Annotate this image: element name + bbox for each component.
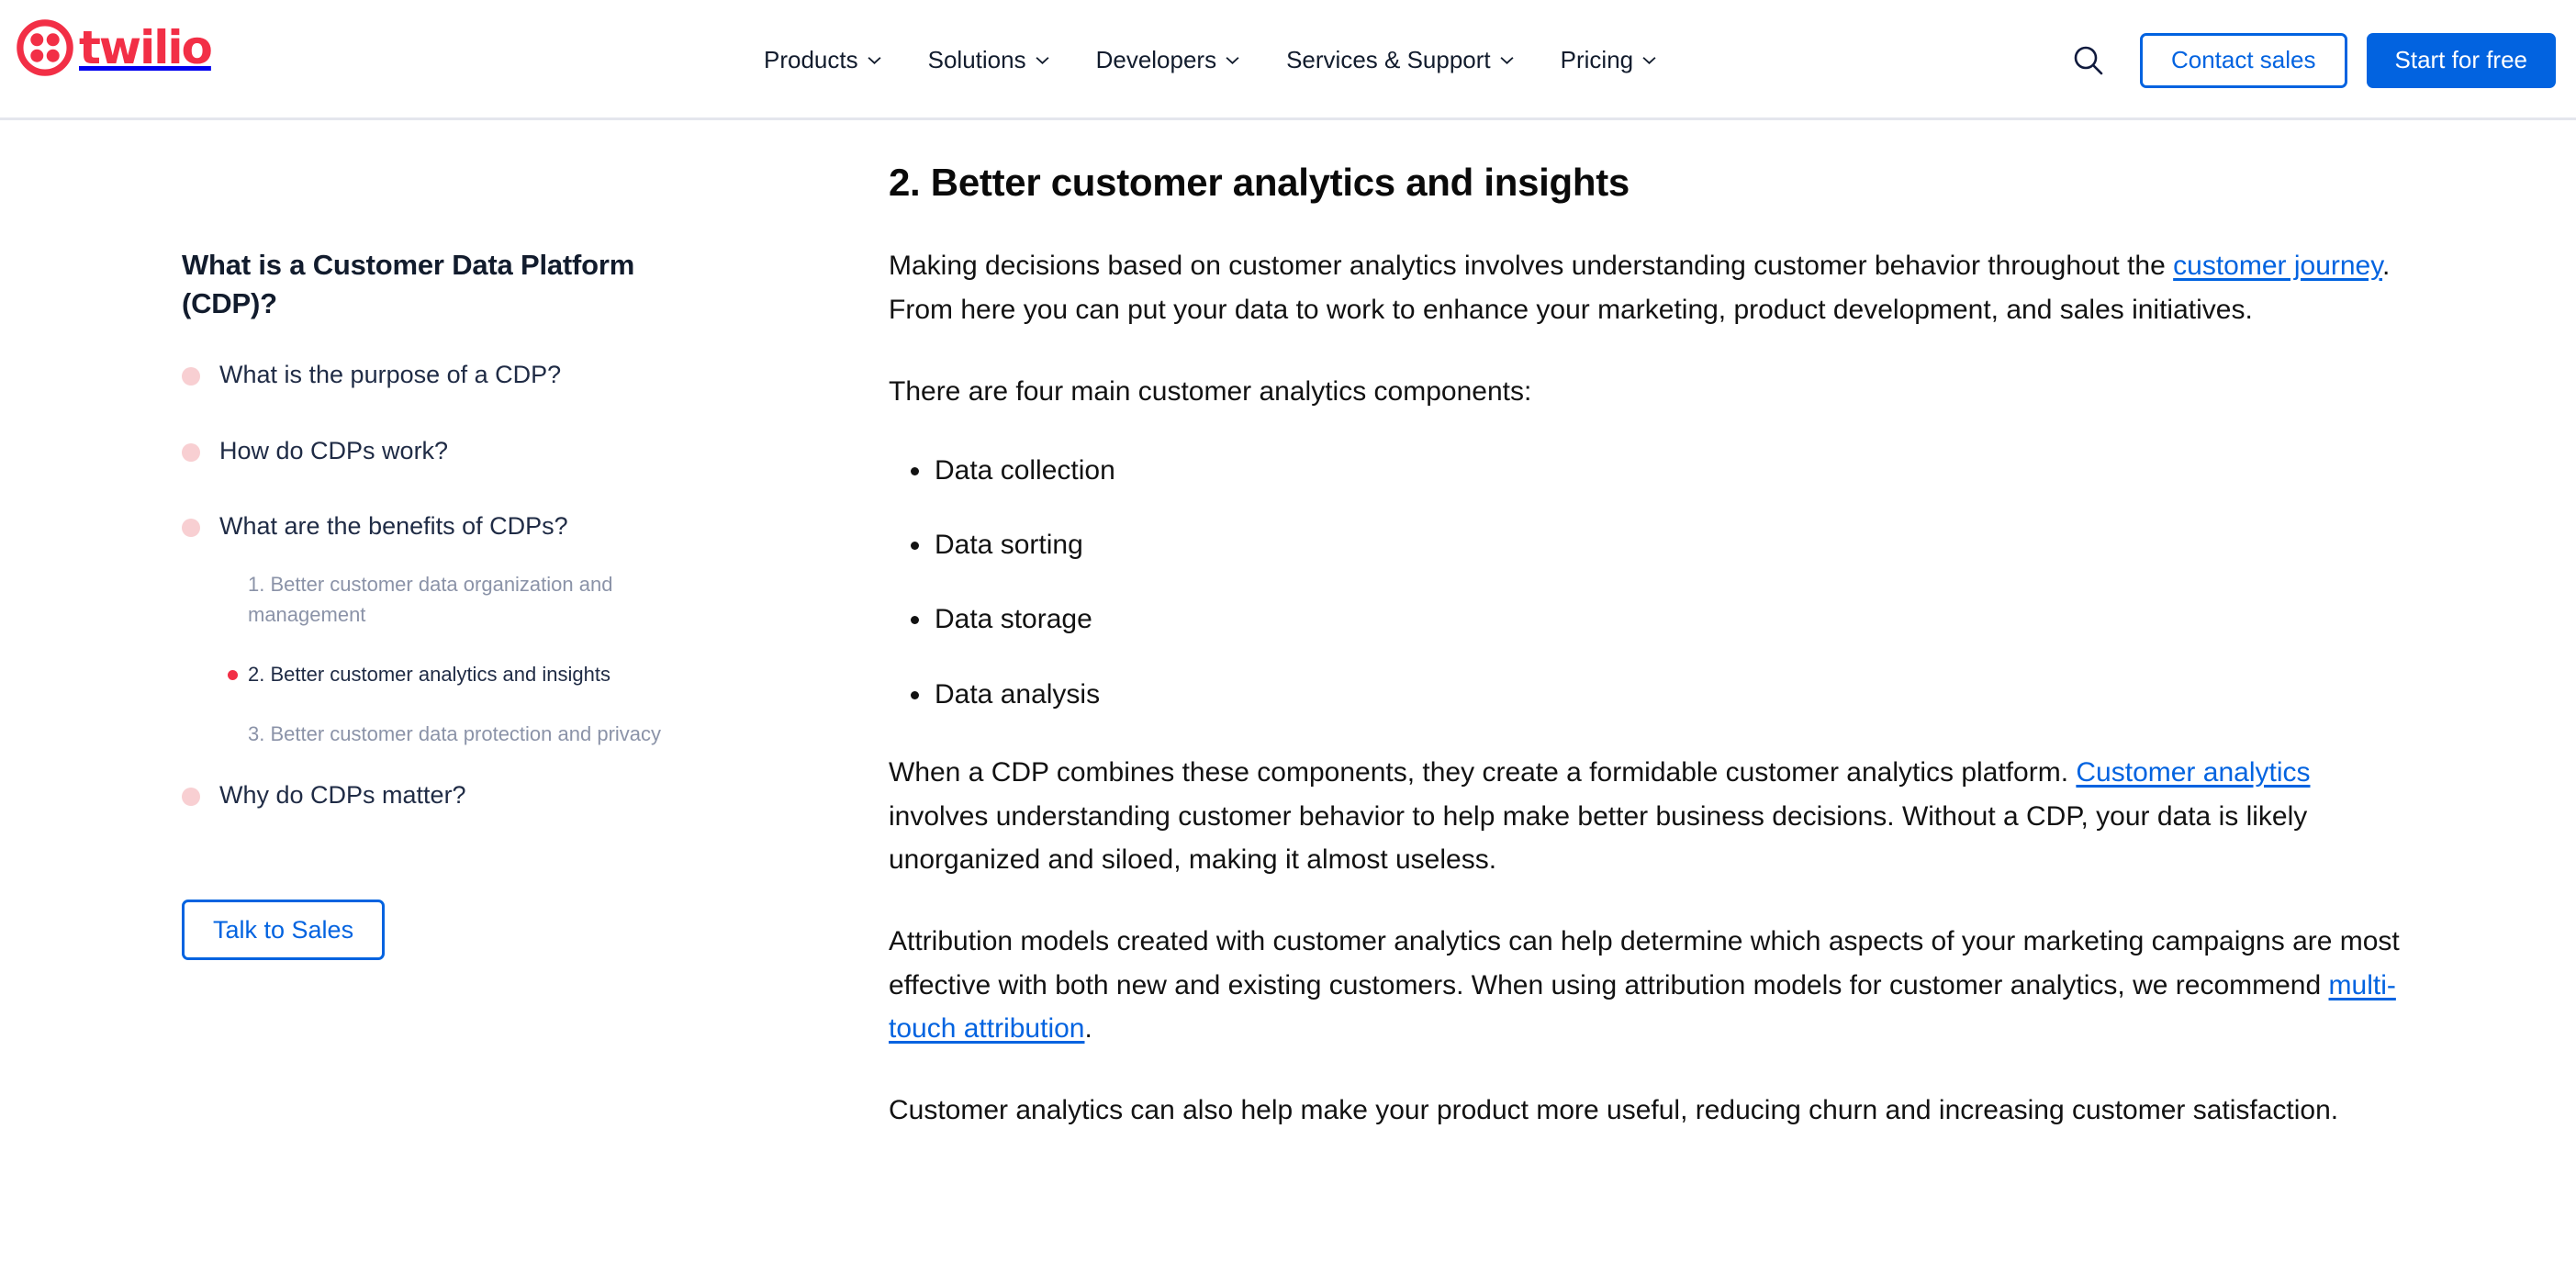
search-icon [2074, 46, 2103, 74]
sidebar-subitem-2[interactable]: 2. Better customer analytics and insight… [228, 659, 806, 689]
nav-item-solutions[interactable]: Solutions [928, 39, 1074, 82]
start-for-free-button[interactable]: Start for free [2366, 32, 2556, 88]
table-of-contents: What is the purpose of a CDP? How do CDP… [182, 358, 806, 811]
sidebar-subitem-label: 2. Better customer analytics and insight… [248, 662, 610, 686]
sidebar-title: What is a Customer Data Platform (CDP)? [182, 249, 635, 320]
sidebar-item-label: What is the purpose of a CDP? [219, 361, 562, 389]
nav-item-services-support[interactable]: Services & Support [1286, 39, 1539, 82]
sidebar-item-how-work[interactable]: How do CDPs work? [182, 434, 806, 467]
nav-item-pricing[interactable]: Pricing [1561, 39, 1681, 82]
sidebar-subitem-1[interactable]: 1. Better customer data organization and… [228, 569, 806, 630]
twilio-logo-link[interactable]: twilio [17, 19, 213, 76]
paragraph-4-text-b: . [1084, 1013, 1092, 1045]
list-item: Data sorting [911, 523, 2413, 566]
twilio-wordmark: twilio [79, 21, 213, 74]
site-header: twilio Products Solutions Developers Ser… [0, 0, 2576, 120]
chevron-down-icon [1226, 57, 1239, 64]
active-dot-icon [228, 669, 238, 680]
customer-analytics-link[interactable]: Customer analytics [2076, 757, 2310, 788]
sidebar-item-label: How do CDPs work? [219, 436, 449, 464]
nav-label: Solutions [927, 46, 1026, 73]
chevron-down-icon [1500, 57, 1514, 64]
talk-to-sales-button[interactable]: Talk to Sales [182, 900, 386, 961]
article-content: 2. Better customer analytics and insight… [889, 123, 2413, 1133]
list-item: Data storage [911, 598, 2413, 641]
bullet-icon [182, 367, 200, 386]
customer-journey-link[interactable]: customer journey [2173, 251, 2382, 281]
nav-label: Developers [1095, 46, 1217, 73]
section-heading: 2. Better customer analytics and insight… [889, 161, 1630, 204]
chevron-down-icon [1642, 57, 1656, 64]
chevron-down-icon [1036, 57, 1049, 64]
sidebar-subitem-label: 3. Better customer data protection and p… [248, 721, 662, 745]
analytics-components-list: Data collection Data sorting Data storag… [889, 449, 2413, 717]
article-sidebar: What is a Customer Data Platform (CDP)? … [182, 123, 806, 961]
sidebar-subitem-3[interactable]: 3. Better customer data protection and p… [228, 719, 806, 749]
list-item: Data analysis [911, 673, 2413, 716]
paragraph-3: When a CDP combines these components, th… [889, 751, 2413, 881]
sidebar-item-why-matter[interactable]: Why do CDPs matter? [182, 778, 806, 811]
sidebar-subitem-label: 1. Better customer data organization and… [248, 572, 613, 626]
nav-label: Pricing [1560, 46, 1634, 73]
nav-label: Services & Support [1286, 46, 1491, 73]
primary-navigation: Products Solutions Developers Services &… [764, 0, 1681, 120]
nav-label: Products [764, 46, 858, 73]
active-dot-icon [228, 580, 238, 590]
sidebar-item-benefits[interactable]: What are the benefits of CDPs? [182, 509, 806, 542]
header-actions: Contact sales Start for free [2061, 0, 2556, 120]
paragraph-2: There are four main customer analytics c… [889, 376, 1532, 408]
bullet-icon [182, 442, 200, 462]
paragraph-1-text-a: Making decisions based on customer analy… [889, 251, 2174, 282]
bullet-icon [182, 519, 200, 538]
twilio-logo-icon [17, 19, 73, 76]
active-dot-icon [228, 730, 238, 740]
paragraph-5: Customer analytics can also help make yo… [889, 1095, 2339, 1126]
nav-item-products[interactable]: Products [764, 39, 906, 82]
search-button[interactable] [2061, 33, 2116, 88]
sidebar-subitems-benefits: 1. Better customer data organization and… [182, 569, 806, 749]
sidebar-item-label: What are the benefits of CDPs? [219, 512, 568, 541]
page-body: What is a Customer Data Platform (CDP)? … [0, 123, 2576, 1263]
sidebar-item-label: Why do CDPs matter? [219, 780, 466, 809]
paragraph-3-text-b: involves understanding customer behavior… [889, 800, 2308, 875]
paragraph-3-text-a: When a CDP combines these components, th… [889, 757, 2077, 788]
sidebar-item-purpose[interactable]: What is the purpose of a CDP? [182, 358, 806, 391]
list-item: Data collection [911, 449, 2413, 492]
chevron-down-icon [868, 57, 881, 64]
nav-item-developers[interactable]: Developers [1096, 39, 1265, 82]
contact-sales-button[interactable]: Contact sales [2139, 32, 2347, 88]
paragraph-1: Making decisions based on customer analy… [889, 244, 2413, 331]
paragraph-4-text-a: Attribution models created with customer… [889, 926, 2400, 1000]
paragraph-4: Attribution models created with customer… [889, 920, 2413, 1050]
bullet-icon [182, 787, 200, 806]
